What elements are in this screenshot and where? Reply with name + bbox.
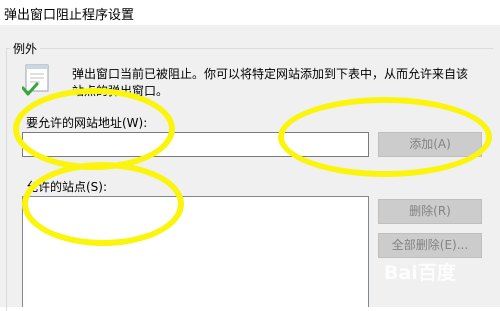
remove-all-button-label: 全部删除(E)...: [391, 238, 469, 252]
add-button-label: 添加(A): [409, 137, 451, 151]
allowed-sites-list[interactable]: [22, 196, 369, 307]
website-address-label: 要允许的网站地址(W):: [26, 116, 148, 130]
window-title: 弹出窗口阻止程序设置: [4, 8, 135, 23]
info-text: 弹出窗口当前已被阻止。你可以将特定网站添加到下表中，从而允许来自该 站点的弹出窗…: [72, 66, 482, 100]
remove-button[interactable]: 删除(R): [378, 199, 482, 224]
remove-button-label: 删除(R): [409, 204, 451, 218]
info-text-line: 站点的弹出窗口。: [72, 84, 169, 98]
exceptions-group-label: 例外: [10, 40, 41, 57]
info-text-line: 弹出窗口当前已被阻止。你可以将特定网站添加到下表中，从而允许来自该: [72, 67, 469, 81]
remove-all-button[interactable]: 全部删除(E)...: [378, 233, 482, 258]
allowed-sites-label: 允许的站点(S):: [26, 180, 108, 194]
add-button[interactable]: 添加(A): [378, 132, 482, 157]
blocked-popup-icon: [22, 64, 49, 96]
watermark: Bai百度: [384, 262, 456, 284]
title-bar: 弹出窗口阻止程序设置: [0, 0, 500, 25]
website-address-input[interactable]: [22, 132, 369, 157]
